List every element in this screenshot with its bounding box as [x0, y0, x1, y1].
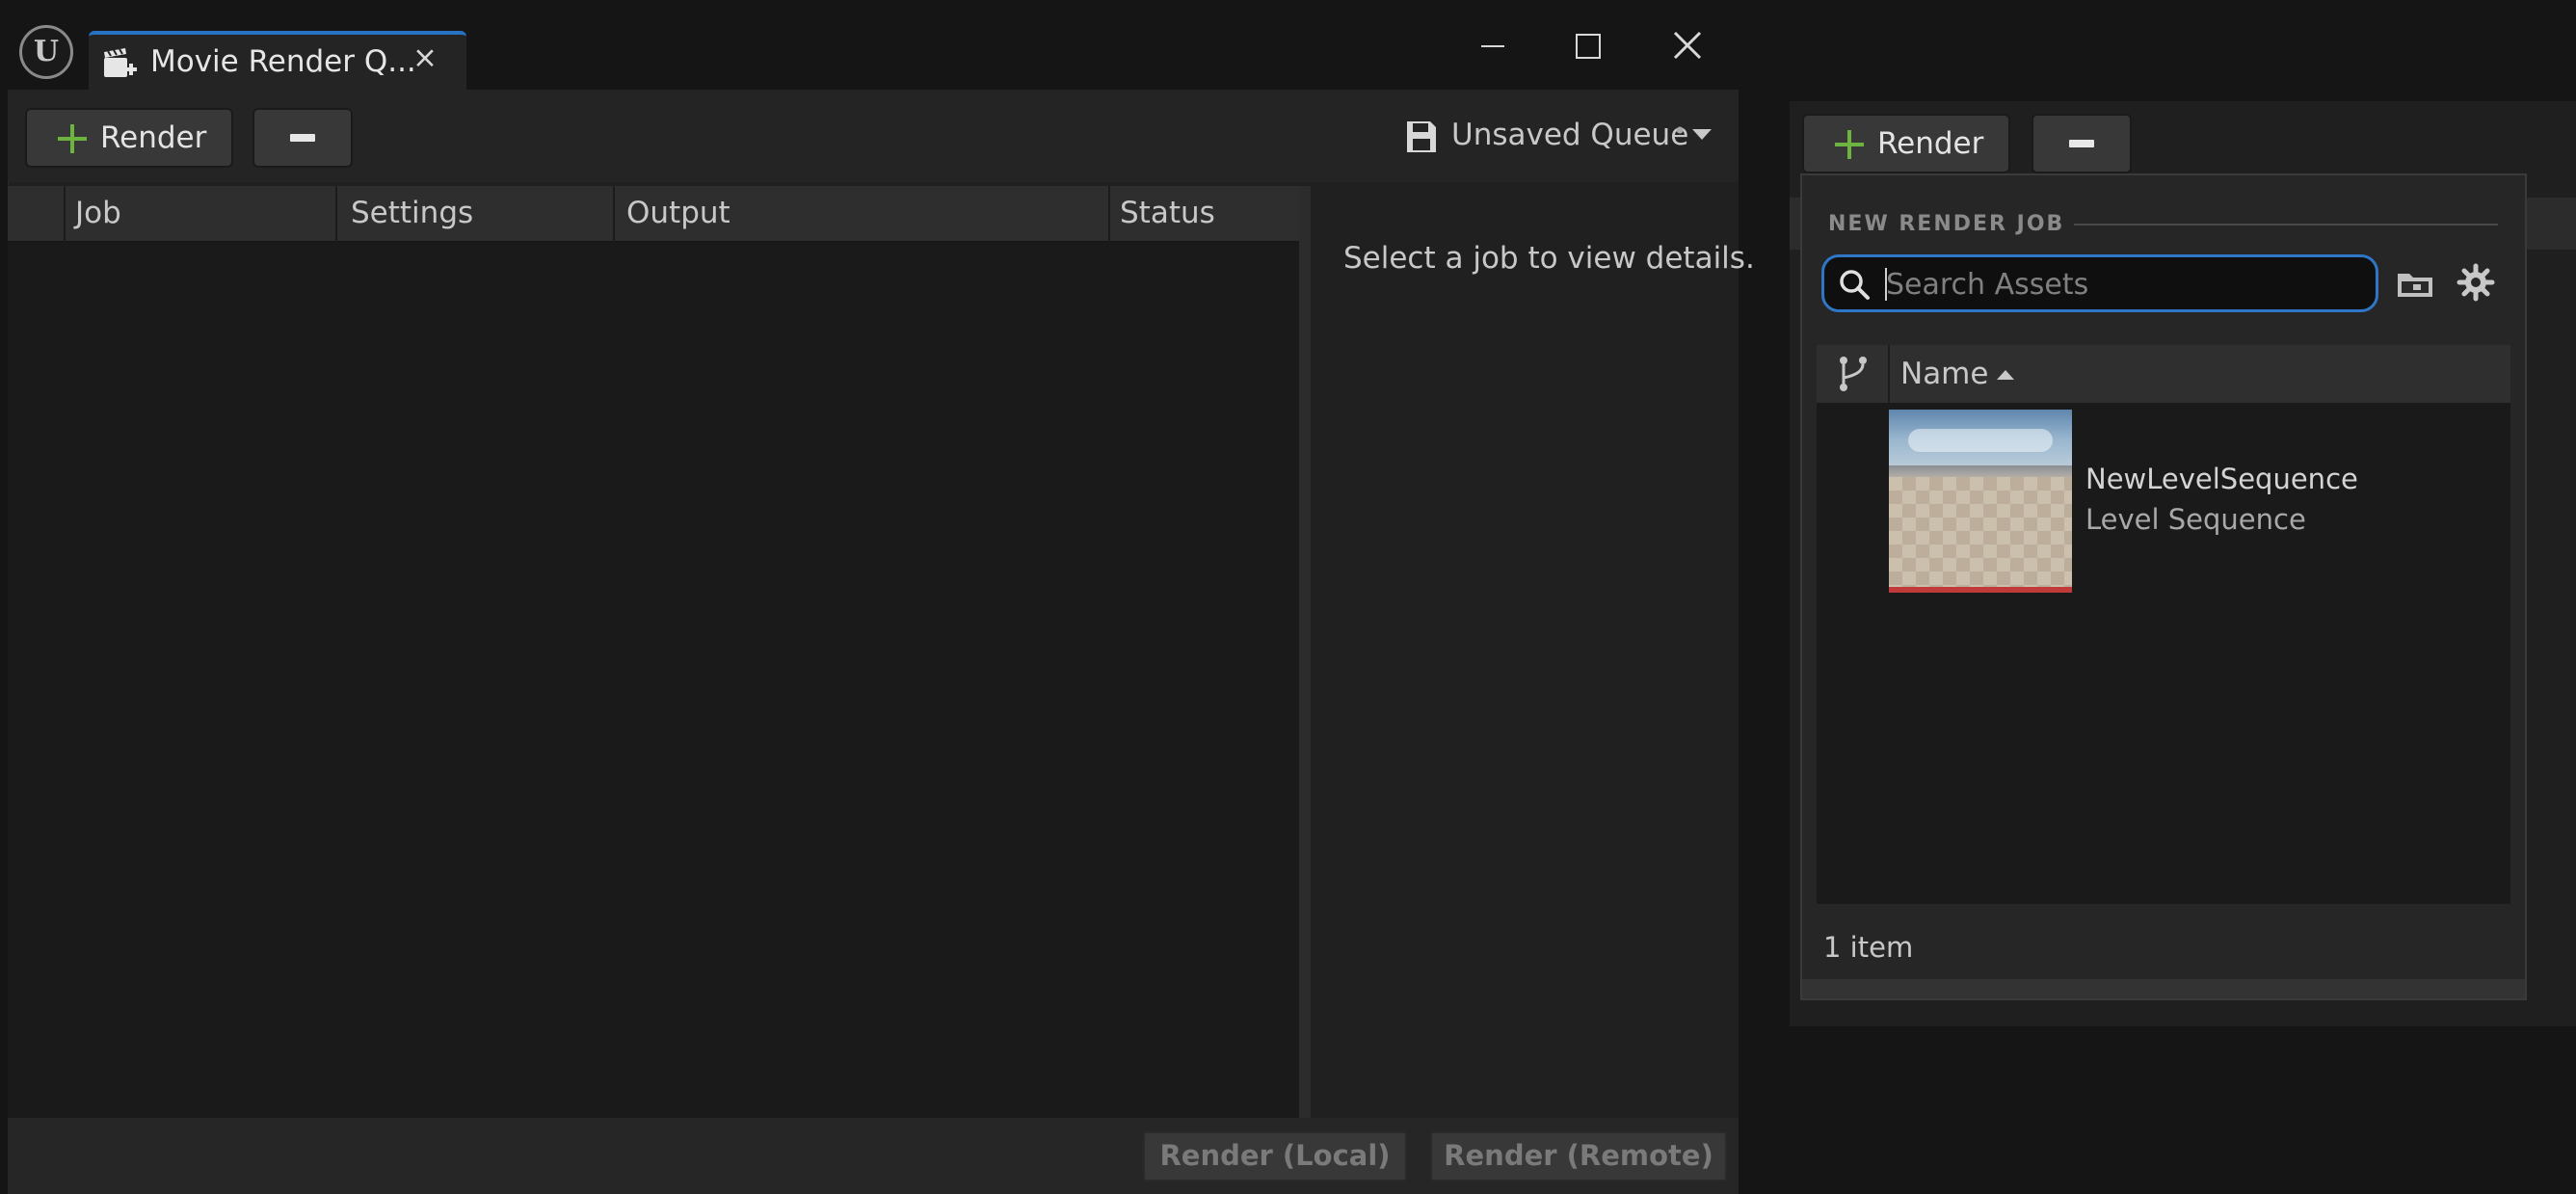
asset-thumbnail	[1889, 410, 2072, 593]
popup-heading: NEW RENDER JOB	[1828, 212, 2065, 236]
remove-job-button[interactable]	[252, 108, 353, 168]
movie-render-icon	[104, 48, 137, 77]
queue-name: Unsaved Queue	[1451, 118, 1689, 152]
render-button-label: Render	[100, 120, 207, 155]
search-input[interactable]	[1886, 263, 2358, 305]
heading-divider	[2074, 224, 2498, 226]
search-box[interactable]	[1821, 254, 2378, 312]
asset-type-color-bar	[1889, 587, 2072, 593]
maximize-button[interactable]	[1558, 25, 1618, 67]
column-output[interactable]: Output	[626, 196, 730, 230]
minus-icon	[2069, 140, 2094, 147]
chevron-down-icon	[1692, 129, 1712, 140]
item-count: 1 item	[1823, 931, 1914, 964]
minus-icon	[290, 134, 315, 142]
settings-button[interactable]	[2456, 262, 2496, 303]
column-job[interactable]: Job	[75, 196, 121, 230]
maximize-icon	[1576, 34, 1601, 59]
column-status[interactable]: Status	[1120, 196, 1215, 230]
add-render-job-button[interactable]: Render	[25, 108, 233, 168]
search-icon	[1840, 270, 1870, 300]
render-remote-button[interactable]: Render (Remote)	[1430, 1131, 1727, 1181]
folder-button[interactable]	[2394, 266, 2438, 303]
asset-type: Level Sequence	[2085, 503, 2306, 536]
minimize-button[interactable]	[1461, 25, 1521, 67]
panel-splitter[interactable]	[1299, 186, 1311, 1118]
queue-menu-button[interactable]: Unsaved Queue •	[1397, 114, 1725, 162]
column-settings[interactable]: Settings	[351, 196, 473, 230]
minimize-icon	[1481, 45, 1504, 47]
sort-ascending-icon	[1997, 370, 2014, 380]
branch-icon	[1840, 357, 1867, 391]
folder-icon	[2398, 274, 2432, 297]
close-window-button[interactable]	[1658, 25, 1717, 67]
render-local-button[interactable]: Render (Local)	[1143, 1131, 1407, 1181]
source-control-column[interactable]	[1817, 345, 1890, 403]
gear-icon	[2456, 263, 2495, 302]
close-tab-icon[interactable]: ×	[412, 40, 438, 75]
floppy-disk-icon	[1407, 121, 1436, 152]
plus-icon	[58, 124, 87, 153]
popup-footer-strip	[1802, 979, 2525, 998]
plus-icon	[1835, 130, 1864, 159]
text-cursor	[1885, 268, 1887, 301]
unreal-logo-icon[interactable]: U	[19, 25, 73, 79]
column-name[interactable]: Name	[1900, 357, 1988, 391]
asset-name: NewLevelSequence	[2085, 463, 2358, 495]
unsaved-indicator: •	[1673, 118, 1687, 145]
details-empty-message: Select a job to view details.	[1343, 241, 1755, 276]
close-icon	[1673, 31, 1702, 60]
render-button-label: Render	[1877, 126, 1984, 161]
tab-movie-render-queue[interactable]: Movie Render Q... ×	[89, 31, 466, 90]
job-list[interactable]	[8, 186, 1306, 1118]
tab-title: Movie Render Q...	[150, 44, 416, 79]
job-list-header: Job Settings Output Status	[8, 186, 1299, 242]
remove-job-button[interactable]	[2032, 114, 2132, 173]
add-render-job-button-active[interactable]: Render	[1802, 114, 2010, 173]
